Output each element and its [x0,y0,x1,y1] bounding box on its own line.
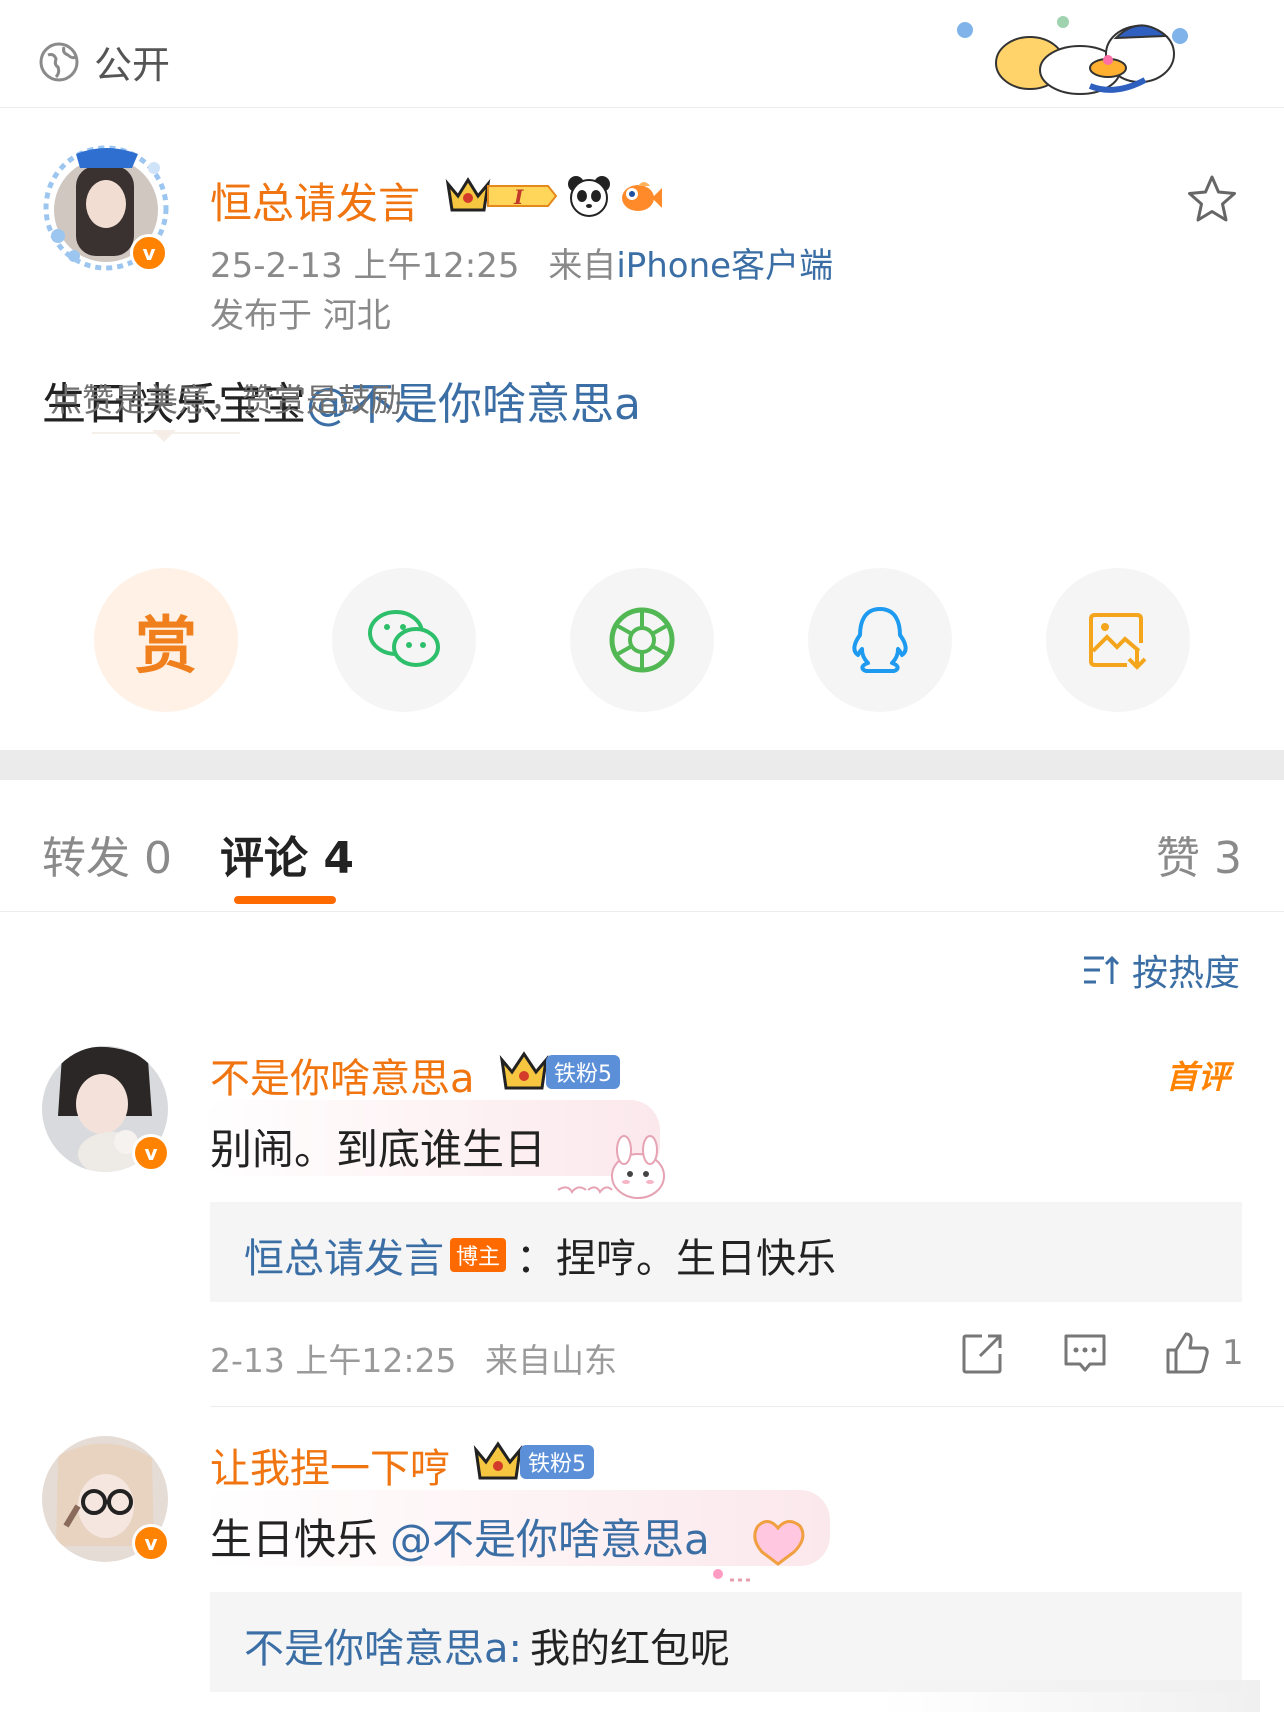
visibility-label: 公开 [94,43,171,87]
verified-badge: v [130,234,168,272]
share-moments-button[interactable] [570,568,714,712]
bunny-sticker-icon [557,1135,665,1199]
donald-duck-decoration [957,16,1188,95]
tab-repost[interactable]: 转发 0 [42,822,172,886]
save-image-icon [1089,613,1147,670]
repost-icon[interactable] [958,1328,1008,1378]
reward-tip: 点赞是美意，赞赏是鼓励 [50,381,403,419]
moments-icon [609,607,675,673]
verified-badge: v [132,1134,170,1172]
post-meta: 25-2-13 上午12:25 来自iPhone客户端 [210,238,833,287]
comment-meta: 2-13 上午12:25 来自山东 [210,1334,617,1382]
reply-line: 恒总请发言 博主 ：捏哼。生日快乐 [244,1226,836,1284]
reply-author[interactable]: 不是你啥意思a: [244,1616,522,1674]
reply-text: 我的红包呢 [530,1626,730,1672]
reply-icon[interactable] [1060,1328,1110,1378]
save-image-button[interactable] [1046,568,1190,712]
crown-icon [499,1051,549,1090]
comment-divider [210,1406,1284,1407]
top-bar: 公开 [0,0,1284,108]
comment-location: 来自山东 [485,1341,617,1380]
comment-actions: 1 [958,1328,1244,1378]
tip-pointer [152,430,176,442]
first-comment-tag: 首评 [1166,1058,1231,1096]
verified-badge: v [132,1524,170,1562]
owner-tag: 博主 [450,1238,507,1272]
wechat-icon [368,610,440,667]
post-location: 发布于 河北 [210,296,391,336]
crown-badge-icon[interactable]: I [444,174,560,218]
reply-text: ：捏哼。生日快乐 [516,1236,837,1282]
fan-level-badge[interactable]: 铁粉5 [546,1055,620,1089]
author-name[interactable]: 恒总请发言 [210,170,420,231]
favorite-star-icon[interactable] [1184,172,1240,228]
qq-icon [852,607,908,673]
commenter-name[interactable]: 不是你啥意思a [210,1046,475,1104]
fan-level-badge[interactable]: 铁粉5 [520,1445,594,1479]
comment-text: 别闹。到底谁生日 [210,1125,547,1174]
reward-label: 赏 [134,609,197,682]
sort-icon [1084,955,1120,984]
like-count: 1 [1222,1333,1244,1373]
heart-sticker-icon [713,1520,805,1582]
post-source[interactable]: iPhone客户端 [616,246,833,286]
active-tab-indicator [234,896,336,904]
share-row: 赏 [0,568,1284,712]
comment-time: 2-13 上午12:25 [210,1341,457,1380]
visibility-selector[interactable]: 公开 [38,34,170,89]
post-timestamp: 25-2-13 上午12:25 [210,246,520,286]
commenter-name[interactable]: 让我捏一下哼 [210,1436,450,1494]
author-avatar[interactable]: v [36,138,172,274]
commenter-badges: 铁粉5 [472,1440,594,1484]
share-qq-button[interactable] [808,568,952,712]
sort-label: 按热度 [1132,953,1241,994]
reply-author[interactable]: 恒总请发言 [244,1226,444,1284]
author-badges: I [444,174,664,218]
tab-comments[interactable]: 评论 4 [220,822,354,886]
sort-button[interactable]: 按热度 [1082,944,1240,996]
interaction-tabs: 转发 0 评论 4 赞 3 [0,780,1284,912]
comment-body: 生日快乐 [210,1515,379,1564]
goldfish-icon[interactable] [618,174,664,218]
section-separator [0,750,1284,780]
globe-icon [39,42,79,81]
panda-icon[interactable] [566,174,612,218]
crown-icon [473,1441,523,1480]
tab-likes[interactable]: 赞 3 [1156,822,1242,886]
comment-text: 生日快乐 @不是你啥意思a [210,1506,710,1567]
scroll-fade [880,1680,1260,1712]
commenter-badges: 铁粉5 [498,1050,620,1094]
reply-line: 不是你啥意思a: 我的红包呢 [244,1616,730,1674]
post-source-prefix: 来自 [548,246,617,286]
comment-mention[interactable]: @不是你啥意思a [390,1515,710,1564]
reward-button[interactable]: 赏 [94,568,238,712]
reply-box[interactable]: 恒总请发言 博主 ：捏哼。生日快乐 [210,1202,1242,1302]
like-icon[interactable] [1162,1328,1212,1378]
reply-box[interactable]: 不是你啥意思a: 我的红包呢 [210,1592,1242,1692]
share-wechat-button[interactable] [332,568,476,712]
level-text: I [513,185,524,209]
